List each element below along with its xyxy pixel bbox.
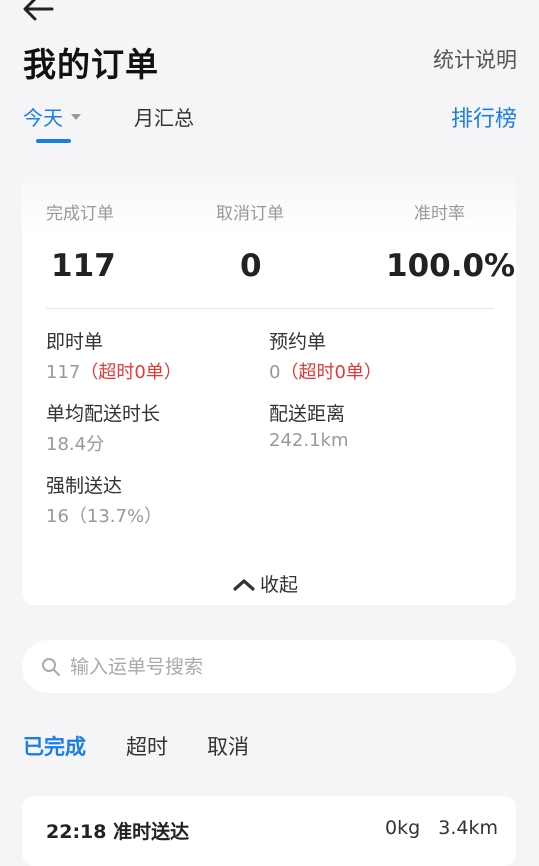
search-bar[interactable] [22, 640, 516, 693]
stats-explanation-link[interactable]: 统计说明 [433, 44, 517, 74]
avg-duration-label: 单均配送时长 [46, 403, 161, 425]
filter-tab-cancelled[interactable]: 取消 [207, 731, 249, 761]
completed-orders-label: 完成订单 [46, 204, 114, 224]
order-distance: 3.4km [438, 817, 498, 839]
tab-today[interactable]: 今天 [23, 102, 81, 131]
delivery-distance-label: 配送距离 [269, 403, 346, 425]
delivery-distance-value: 242.1km [269, 430, 349, 451]
on-time-rate-label: 准时率 [414, 204, 465, 224]
tab-month-summary[interactable]: 月汇总 [134, 102, 194, 131]
on-time-rate-value: 100.0% [386, 248, 516, 284]
caret-down-icon [71, 113, 81, 120]
page-title: 我的订单 [23, 45, 159, 84]
forced-delivery-label: 强制送达 [46, 475, 123, 497]
ranking-link[interactable]: 排行榜 [451, 101, 517, 133]
chevron-up-icon [233, 578, 255, 591]
collapse-label: 收起 [260, 574, 299, 596]
instant-order-value: 117（超时0单） [46, 362, 182, 383]
collapse-button[interactable]: 收起 [232, 570, 298, 597]
scheduled-order-value: 0（超时0单） [269, 362, 382, 383]
filter-tab-completed[interactable]: 已完成 [23, 731, 86, 761]
completed-orders-value: 117 [51, 248, 116, 284]
tab-active-indicator [36, 139, 71, 143]
arrow-left-icon [23, 0, 54, 21]
search-input[interactable] [68, 648, 492, 686]
cancelled-orders-label: 取消订单 [216, 204, 284, 224]
divider [46, 308, 494, 309]
filter-tab-overtime[interactable]: 超时 [126, 731, 168, 761]
cancelled-orders-value: 0 [240, 248, 262, 284]
order-time-status: 22:18 准时送达 [46, 821, 190, 843]
summary-card [22, 175, 516, 605]
back-button[interactable] [18, 0, 58, 28]
search-icon [42, 658, 60, 676]
order-metrics: 0kg 3.4km [385, 817, 498, 839]
tab-today-label: 今天 [23, 106, 63, 130]
order-weight: 0kg [384, 817, 421, 839]
avg-duration-value: 18.4分 [46, 434, 105, 455]
instant-order-label: 即时单 [46, 331, 104, 353]
scheduled-order-label: 预约单 [269, 331, 327, 353]
instant-overtime: （超时0单） [80, 362, 182, 383]
scheduled-overtime: （超时0单） [280, 362, 382, 383]
forced-delivery-value: 16（13.7%） [46, 506, 163, 527]
